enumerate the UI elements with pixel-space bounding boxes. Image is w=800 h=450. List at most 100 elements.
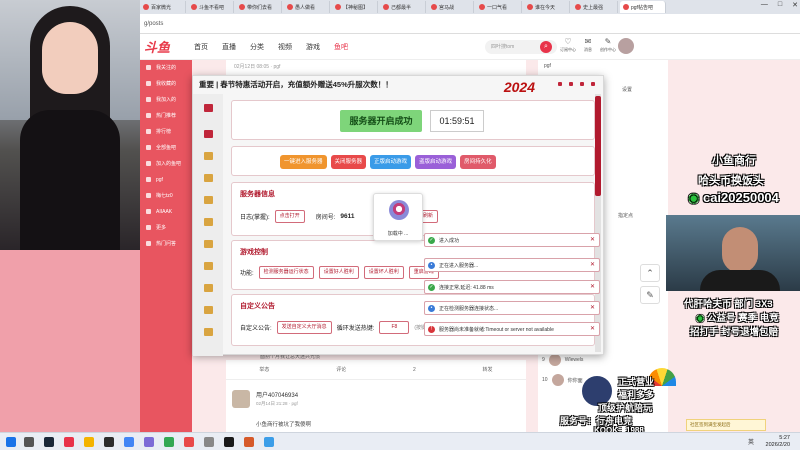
list-icon[interactable] — [204, 130, 213, 138]
nav-category[interactable]: 分类 — [250, 42, 264, 52]
browser-tab[interactable]: 带你们去看 — [236, 1, 282, 13]
start-icon[interactable] — [6, 437, 16, 447]
nav-home[interactable]: 首页 — [194, 42, 208, 52]
app-icon[interactable] — [164, 437, 174, 447]
search-icon[interactable]: ⌕ — [540, 41, 552, 53]
tab-favicon-icon — [527, 4, 533, 10]
close-icon[interactable]: ✕ — [590, 236, 595, 243]
sidebar-item[interactable]: 我加入的 — [140, 92, 192, 108]
clipboard-icon[interactable] — [204, 262, 213, 270]
sidebar-item[interactable]: 我收藏的 — [140, 76, 192, 92]
browser-tab[interactable]: 己都最半 — [380, 1, 426, 13]
browser-tab[interactable]: 百家微光 — [140, 1, 186, 13]
browser-icon[interactable] — [124, 437, 134, 447]
pin-icon[interactable] — [558, 82, 562, 86]
creator-center-button[interactable]: ✎ 创作中心 — [600, 37, 616, 53]
share-button[interactable]: 转发 — [483, 366, 493, 373]
post-actions: 举态 评论 2 转发 — [226, 360, 526, 380]
browser-tab[interactable]: pgf帖告吧 — [620, 1, 666, 13]
dog-icon[interactable] — [204, 174, 213, 182]
nav-yuba[interactable]: 鱼吧 — [334, 42, 348, 52]
clock[interactable]: 5:27 2026/2/20 — [766, 435, 790, 449]
sidebar-item[interactable]: 我关注的 — [140, 60, 192, 76]
subscribe-center-button[interactable]: ♡ 订阅中心 — [560, 37, 576, 53]
browser-tab[interactable]: 宫马战 — [428, 1, 474, 13]
quick-action-button[interactable]: 正版启动游戏 — [370, 155, 412, 169]
sidebar-item[interactable]: 热门推荐 — [140, 108, 192, 124]
quick-action-button[interactable]: 关闭服务器 — [330, 155, 367, 169]
steam-icon[interactable] — [44, 437, 54, 447]
browser-tab[interactable]: 一口气看 — [476, 1, 522, 13]
tag-icon[interactable] — [204, 284, 213, 292]
sidebar-item[interactable]: pgf — [140, 172, 192, 188]
hotkey-label: 循环发送热键: — [336, 326, 375, 332]
good-win-button[interactable]: 设置好人胜利 — [318, 266, 359, 279]
hotkey-field[interactable]: F8 — [379, 321, 410, 334]
user-avatar[interactable] — [618, 38, 634, 54]
app-icon[interactable] — [224, 437, 234, 447]
second-streamer-face — [722, 227, 758, 273]
edit-icon[interactable]: ✎ — [640, 286, 660, 304]
sidebar-item[interactable]: 全部鱼吧 — [140, 140, 192, 156]
comment-button[interactable]: 评论 — [336, 366, 346, 373]
app-icon[interactable] — [64, 437, 74, 447]
gear-icon[interactable] — [204, 306, 213, 314]
close-window-button[interactable]: ✕ — [792, 1, 798, 9]
browser-tab[interactable]: 斗鱼不看吧 — [188, 1, 234, 13]
close-icon[interactable]: ✕ — [590, 283, 595, 290]
reply-avatar[interactable] — [232, 390, 250, 408]
chevron-up-icon[interactable]: ⌃ — [640, 264, 660, 282]
gamepad-icon[interactable] — [204, 152, 213, 160]
sidebar-item[interactable]: AIIAAK — [140, 204, 192, 220]
close-icon[interactable]: ✕ — [590, 325, 595, 332]
shirt-icon[interactable] — [204, 196, 213, 204]
maximize-window-button[interactable]: □ — [778, 1, 782, 9]
send-announcement-button[interactable]: 发送自定义大厅消息 — [276, 321, 332, 334]
app-icon[interactable] — [184, 437, 194, 447]
app-icon[interactable] — [204, 437, 214, 447]
scrollbar-thumb[interactable] — [595, 96, 601, 196]
quick-action-button[interactable]: 一键进入服务器 — [280, 155, 327, 169]
app-icon[interactable] — [104, 437, 114, 447]
close-icon[interactable] — [591, 82, 595, 86]
favorite-count[interactable]: 2 — [413, 367, 416, 373]
document-icon[interactable] — [204, 328, 213, 336]
nav-game[interactable]: 游戏 — [306, 42, 320, 52]
like-button[interactable]: 举态 — [259, 366, 269, 373]
minimize-window-button[interactable]: — — [761, 1, 768, 9]
plus-icon[interactable] — [204, 218, 213, 226]
nav-live[interactable]: 直播 — [222, 42, 236, 52]
input-language[interactable]: 英 — [748, 437, 754, 446]
sidebar-item[interactable]: 加入的鱼吧 — [140, 156, 192, 172]
folder-icon[interactable] — [84, 437, 94, 447]
settings-link[interactable]: 设置 — [622, 86, 632, 93]
quick-action-button[interactable]: 盗版启动游戏 — [415, 155, 457, 169]
quick-action-button[interactable]: 房间持久化 — [460, 155, 496, 169]
browser-tab[interactable]: 【神秘图】 — [332, 1, 378, 13]
app-icon[interactable] — [244, 437, 254, 447]
browser-tab[interactable]: 谁在今天 — [524, 1, 570, 13]
app-icon[interactable] — [144, 437, 154, 447]
sidebar-item[interactable]: 排行榜 — [140, 124, 192, 140]
app-logo-icon[interactable] — [204, 104, 213, 112]
minimize-icon[interactable] — [580, 82, 584, 86]
reply-username[interactable]: 用户407046934 — [256, 390, 298, 399]
card-icon[interactable] — [204, 240, 213, 248]
browser-tab[interactable]: 愚人做看 — [284, 1, 330, 13]
browser-tab[interactable]: 史上最强 — [572, 1, 618, 13]
app-icon[interactable] — [264, 437, 274, 447]
address-bar[interactable]: g/posts — [140, 14, 800, 34]
check-server-button[interactable]: 检测服务器运行状态 — [258, 266, 314, 279]
open-log-button[interactable]: 点击打开 — [274, 210, 305, 223]
messages-button[interactable]: ✉ 消息 — [580, 37, 596, 53]
bad-win-button[interactable]: 设置坏人胜利 — [363, 266, 404, 279]
sidebar-item[interactable]: 热门问答 — [140, 236, 192, 252]
sidebar-item[interactable]: 更多 — [140, 220, 192, 236]
sidebar-item[interactable]: 梅七tz0 — [140, 188, 192, 204]
nav-video[interactable]: 视频 — [278, 42, 292, 52]
site-logo[interactable]: 斗鱼 — [144, 37, 182, 56]
settings-icon[interactable] — [569, 82, 573, 86]
close-icon[interactable]: ✕ — [590, 261, 595, 268]
search-icon[interactable] — [24, 437, 34, 447]
close-icon[interactable]: ✕ — [590, 304, 595, 311]
